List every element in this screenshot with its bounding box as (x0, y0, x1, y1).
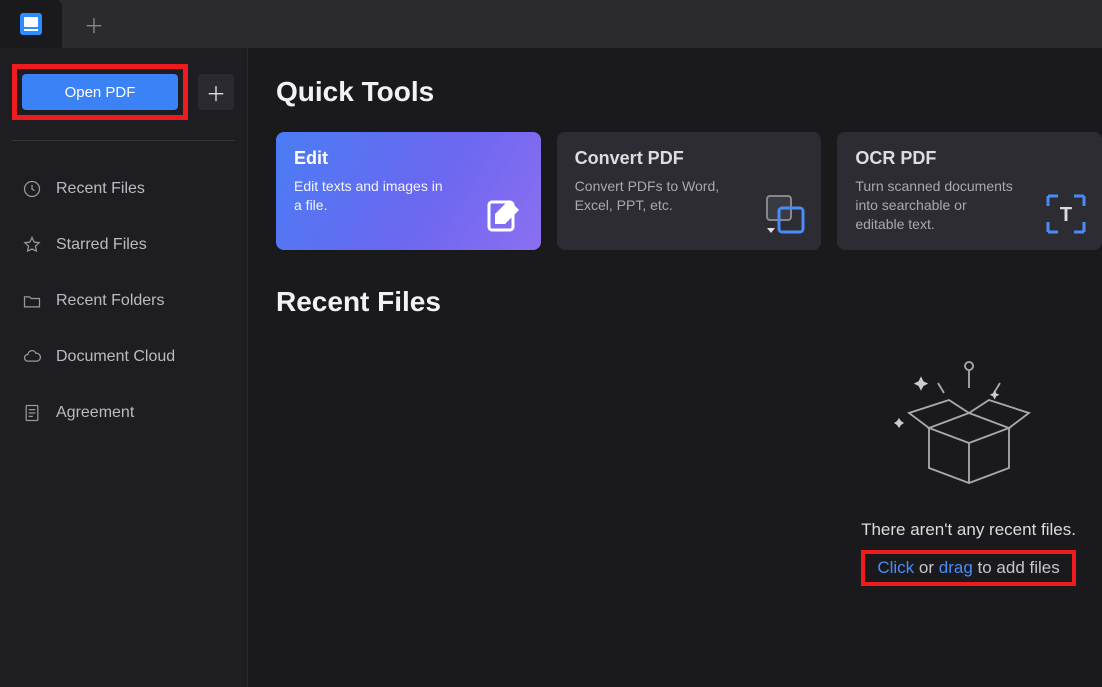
drop-hint[interactable]: Click or drag to add files (877, 558, 1059, 577)
tool-card-ocr[interactable]: OCR PDF Turn scanned documents into sear… (837, 132, 1102, 250)
quick-tools-title: Quick Tools (276, 76, 1102, 108)
app-logo (0, 0, 62, 48)
empty-state: There aren't any recent files. Click or … (276, 358, 1096, 586)
folder-icon (22, 291, 42, 311)
tool-card-title: Edit (294, 148, 523, 169)
sidebar-item-label: Document Cloud (56, 348, 175, 366)
sidebar-item-recent-folders[interactable]: Recent Folders (12, 277, 235, 325)
tool-card-title: Convert PDF (575, 148, 804, 169)
tool-card-convert[interactable]: Convert PDF Convert PDFs to Word, Excel,… (557, 132, 822, 250)
tutorial-highlight-drop-hint: Click or drag to add files (861, 550, 1075, 586)
tool-card-desc: Turn scanned documents into searchable o… (855, 177, 1015, 234)
sidebar-item-label: Agreement (56, 404, 134, 422)
main-content: Quick Tools Edit Edit texts and images i… (248, 48, 1102, 687)
click-link[interactable]: Click (877, 558, 914, 577)
tool-card-desc: Convert PDFs to Word, Excel, PPT, etc. (575, 177, 735, 215)
drop-hint-or: or (914, 558, 939, 577)
quick-tools-row: Edit Edit texts and images in a file. Co… (276, 132, 1102, 250)
edit-icon (483, 192, 527, 236)
drag-link[interactable]: drag (939, 558, 973, 577)
sidebar-item-agreement[interactable]: Agreement (12, 389, 235, 437)
sidebar-item-starred-files[interactable]: Starred Files (12, 221, 235, 269)
titlebar: ＋ (0, 0, 1102, 48)
sidebar-divider (12, 140, 235, 141)
clock-icon (22, 179, 42, 199)
add-button[interactable]: ＋ (198, 74, 234, 110)
ocr-icon: T (1044, 192, 1088, 236)
sidebar-item-label: Recent Folders (56, 292, 165, 310)
empty-message: There aren't any recent files. (861, 520, 1076, 540)
tool-card-edit[interactable]: Edit Edit texts and images in a file. (276, 132, 541, 250)
open-pdf-button[interactable]: Open PDF (22, 74, 178, 110)
drop-hint-rest: to add files (973, 558, 1060, 577)
new-tab-button[interactable]: ＋ (78, 8, 110, 40)
sidebar-item-recent-files[interactable]: Recent Files (12, 165, 235, 213)
cloud-icon (22, 347, 42, 367)
star-icon (22, 235, 42, 255)
recent-files-title: Recent Files (276, 286, 1102, 318)
sidebar-item-document-cloud[interactable]: Document Cloud (12, 333, 235, 381)
tool-card-title: OCR PDF (855, 148, 1084, 169)
sidebar-item-label: Starred Files (56, 236, 147, 254)
svg-text:T: T (1060, 204, 1072, 226)
sidebar: Open PDF ＋ Recent Files Starred Files Re… (0, 48, 248, 687)
empty-box-illustration (889, 358, 1049, 498)
tutorial-highlight-open-pdf: Open PDF (12, 64, 188, 120)
convert-icon (763, 192, 807, 236)
document-icon (22, 403, 42, 423)
sidebar-item-label: Recent Files (56, 180, 145, 198)
tool-card-desc: Edit texts and images in a file. (294, 177, 454, 215)
